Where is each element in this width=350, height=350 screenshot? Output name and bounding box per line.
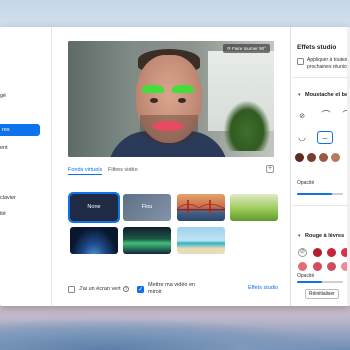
moustache-color-1[interactable]	[295, 153, 304, 162]
sidebar-item-accessibility[interactable]: ité	[0, 211, 6, 217]
apply-future-meetings-checkbox[interactable]	[297, 58, 304, 65]
settings-window: gé res ent clavier ité ⟳ Faire tourner 9…	[0, 27, 350, 306]
mirror-video-label: Mettre ma vidéo en miroir	[148, 282, 196, 295]
help-icon[interactable]: ?	[123, 286, 129, 292]
bg-thumb-blur[interactable]: Flou	[123, 194, 171, 221]
no-moustache-icon[interactable]: ⊘	[294, 110, 310, 123]
moustache-beard-heading: Moustache et ba	[305, 92, 349, 98]
mirror-video-checkbox[interactable]: ✓	[137, 286, 144, 293]
divider	[293, 205, 350, 206]
moustache-style-1-icon[interactable]: ⌒	[318, 109, 334, 122]
lipstick-opacity-label: Opacité	[297, 273, 315, 279]
chevron-down-icon[interactable]: ▾	[298, 233, 301, 239]
lip-color-5[interactable]	[313, 262, 322, 271]
apply-future-meetings-label-1: Appliquer à toutes	[307, 57, 348, 63]
preview-plant	[224, 101, 270, 151]
green-screen-checkbox[interactable]	[68, 286, 75, 293]
moustache-opacity-label: Opacité	[297, 180, 315, 186]
bg-tabs: Fonds virtuels Filtres vidéo +	[68, 165, 274, 177]
sidebar-item-1[interactable]: gé	[0, 93, 6, 99]
sidebar-item-3[interactable]: ent	[0, 145, 8, 151]
settings-sidebar: gé res ent clavier ité	[0, 27, 52, 306]
lipstick-heading: Rouge à lèvres	[305, 233, 345, 239]
sidebar-item-keyboard-shortcuts[interactable]: clavier	[0, 195, 16, 201]
desktop-wallpaper-shore	[0, 318, 350, 350]
studio-effects-link[interactable]: Effets studio	[248, 285, 278, 291]
studio-effects-title: Effets studio	[297, 44, 337, 51]
lip-color-1[interactable]	[313, 248, 322, 257]
video-options: J'ai un écran vert ? ✓ Mettre ma vidéo e…	[68, 282, 278, 296]
sidebar-item-background-filters[interactable]: res	[0, 124, 40, 136]
moustache-color-4[interactable]	[331, 153, 340, 162]
lip-color-6[interactable]	[327, 262, 336, 271]
bridge-image	[177, 200, 225, 214]
bg-thumb-earth[interactable]	[70, 227, 118, 254]
rotate-label: Faire tourner 90°	[232, 46, 266, 51]
moustache-color-2[interactable]	[307, 153, 316, 162]
bg-thumb-none[interactable]: None	[68, 192, 120, 223]
preview-eye-left	[150, 98, 158, 103]
lip-color-2[interactable]	[327, 248, 336, 257]
rotate-icon: ⟳	[227, 46, 231, 51]
preview-eye-right	[178, 98, 186, 103]
add-background-button[interactable]: +	[266, 165, 274, 173]
reset-button[interactable]: Réinitialiser	[305, 289, 339, 299]
video-preview: ⟳ Faire tourner 90°	[68, 41, 274, 157]
moustache-opacity-fill	[297, 193, 332, 195]
apply-future-meetings-label-2: prochaines réunio	[307, 64, 347, 70]
eyebrow-effect-right	[172, 85, 194, 93]
divider	[293, 77, 350, 78]
chevron-down-icon[interactable]: ▾	[298, 92, 301, 98]
moustache-color-3[interactable]	[319, 153, 328, 162]
no-lipstick-icon[interactable]: ⊘	[298, 248, 307, 257]
tab-virtual-backgrounds[interactable]: Fonds virtuels	[68, 167, 103, 175]
bg-thumb-beach[interactable]	[177, 227, 225, 254]
tab-video-filters[interactable]: Filtres vidéo	[108, 167, 138, 173]
background-filters-panel: ⟳ Faire tourner 90° Fonds virtuels Filtr…	[52, 27, 290, 306]
lipstick-effect	[152, 121, 184, 131]
moustache-style-3-icon[interactable]: ◡	[294, 131, 310, 144]
moustache-style-selected-icon[interactable]: ⌣	[317, 131, 333, 144]
green-screen-label: J'ai un écran vert	[79, 286, 121, 292]
bg-thumb-golden-gate[interactable]	[177, 194, 225, 221]
eyebrow-effect-left	[142, 85, 164, 93]
bg-thumb-aurora[interactable]	[123, 227, 171, 254]
bg-thumb-grass[interactable]	[230, 194, 278, 221]
rotate-90-button[interactable]: ⟳ Faire tourner 90°	[223, 44, 270, 53]
lip-color-4[interactable]	[298, 262, 307, 271]
studio-effects-panel: Effets studio Appliquer à toutes prochai…	[290, 27, 350, 306]
lipstick-opacity-fill	[297, 281, 323, 283]
